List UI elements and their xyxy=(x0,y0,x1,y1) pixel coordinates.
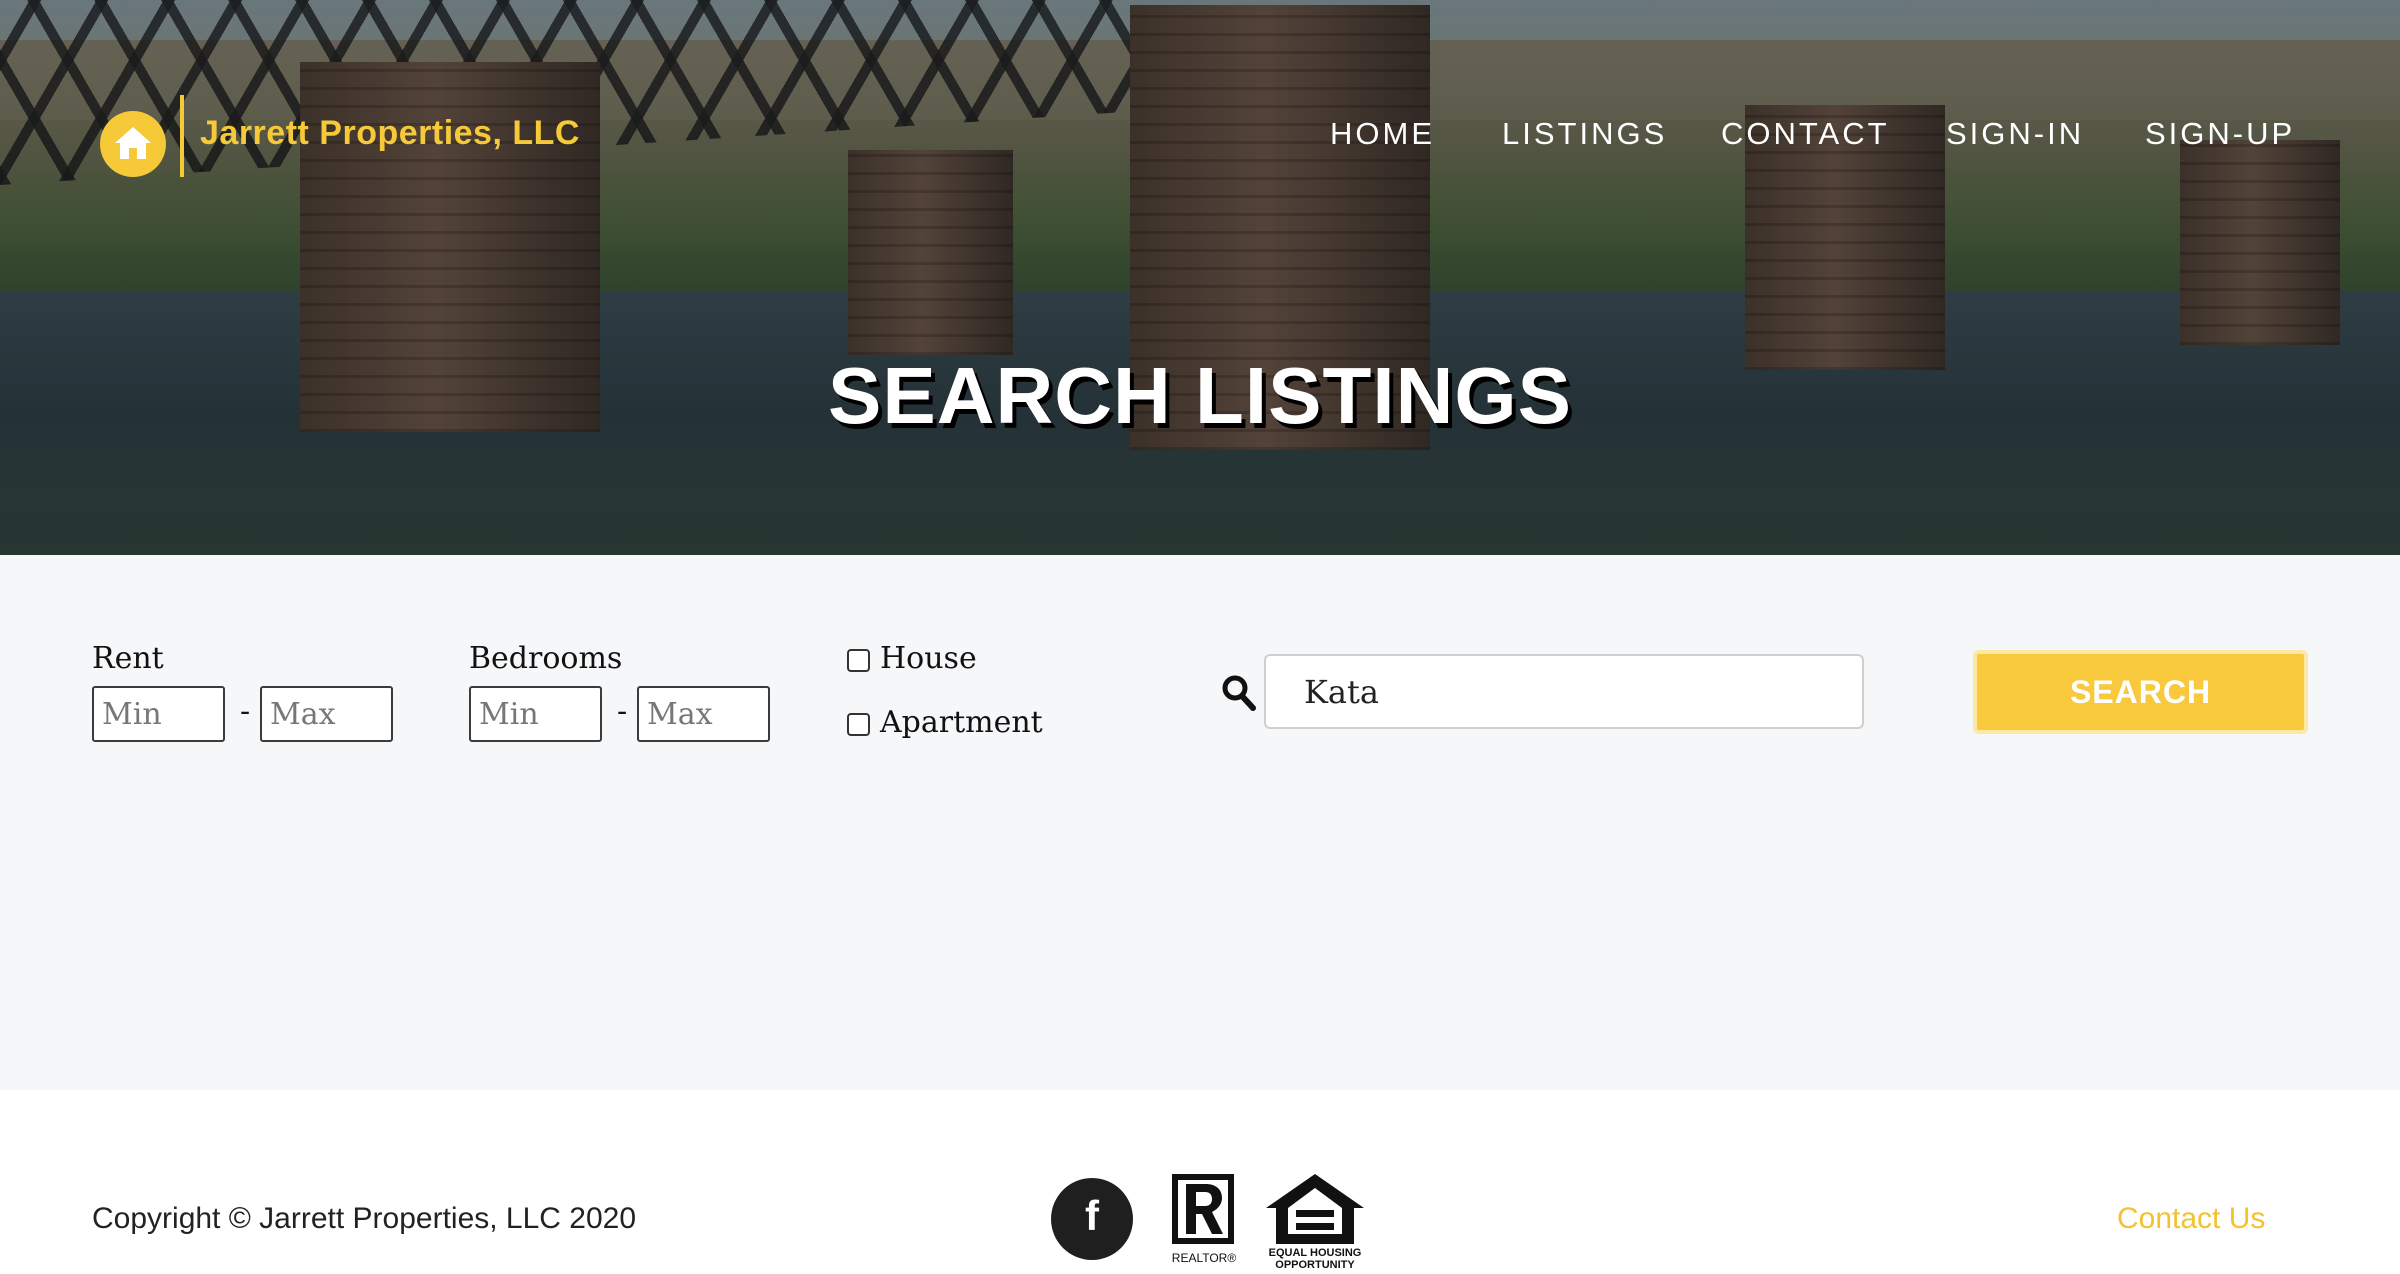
copyright-text: Copyright © Jarrett Properties, LLC 2020 xyxy=(92,1202,637,1235)
rent-label: Rent xyxy=(92,641,164,676)
bedrooms-label: Bedrooms xyxy=(469,641,623,676)
search-button[interactable]: SEARCH xyxy=(1973,650,2308,734)
logo-badge[interactable] xyxy=(100,111,166,177)
top-nav: Jarrett Properties, LLC HOME LISTINGS CO… xyxy=(0,92,2400,182)
nav-sign-up[interactable]: SIGN-UP xyxy=(2145,116,2295,152)
realtor-logo-text: REALTOR® xyxy=(1172,1251,1237,1265)
brand-name[interactable]: Jarrett Properties, LLC xyxy=(200,114,580,153)
realtor-logo: REALTOR® xyxy=(1172,1174,1237,1265)
house-checkbox[interactable] xyxy=(847,649,870,672)
bedrooms-max-input[interactable] xyxy=(637,686,770,742)
nav-listings[interactable]: LISTINGS xyxy=(1502,116,1667,152)
apartment-checkbox-label[interactable]: Apartment xyxy=(880,705,1043,740)
bedrooms-range-separator: - xyxy=(617,694,628,729)
hero-overlay xyxy=(0,0,2400,555)
facebook-icon: f xyxy=(1085,1192,1099,1239)
page-title: SEARCH LISTINGS xyxy=(828,351,1572,440)
rent-min-input[interactable] xyxy=(92,686,225,742)
bedrooms-min-input[interactable] xyxy=(469,686,602,742)
rent-range-separator: - xyxy=(240,694,251,729)
search-panel xyxy=(0,555,2400,1090)
rent-max-input[interactable] xyxy=(260,686,393,742)
footer: Copyright © Jarrett Properties, LLC 2020… xyxy=(0,1090,2400,1274)
equal-housing-text-line1: EQUAL HOUSING xyxy=(1269,1247,1362,1259)
equal-housing-text-line2: OPPORTUNITY xyxy=(1275,1259,1355,1270)
nav-contact[interactable]: CONTACT xyxy=(1721,116,1890,152)
facebook-link[interactable]: f xyxy=(1051,1178,1133,1260)
logo-divider xyxy=(180,95,184,177)
nav-home[interactable]: HOME xyxy=(1330,116,1435,152)
apartment-checkbox[interactable] xyxy=(847,713,870,736)
hero-banner: Jarrett Properties, LLC HOME LISTINGS CO… xyxy=(0,0,2400,555)
equal-housing-logo: EQUAL HOUSING OPPORTUNITY xyxy=(1266,1174,1364,1270)
house-icon xyxy=(115,127,151,159)
house-checkbox-label[interactable]: House xyxy=(880,641,977,676)
search-icon xyxy=(1222,675,1256,711)
nav-sign-in[interactable]: SIGN-IN xyxy=(1946,116,2084,152)
search-input[interactable] xyxy=(1264,654,1864,729)
contact-us-link[interactable]: Contact Us xyxy=(2117,1202,2265,1236)
